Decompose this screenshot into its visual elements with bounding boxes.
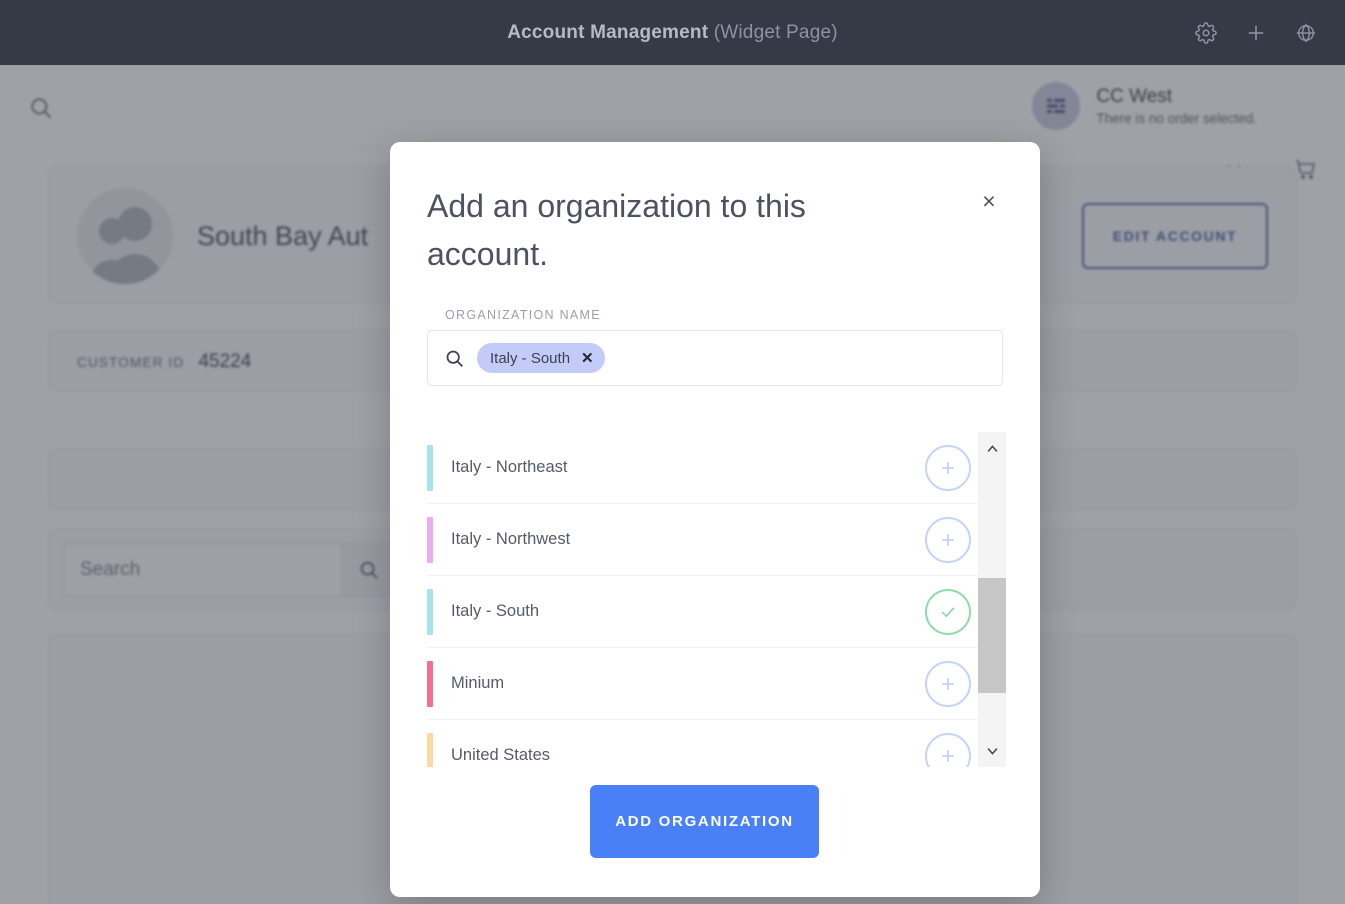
dialog-title: Add an organization to this account. xyxy=(427,188,806,272)
plus-circle-icon[interactable] xyxy=(925,444,971,491)
plus-circle-icon[interactable] xyxy=(925,660,971,707)
gear-icon[interactable] xyxy=(1195,21,1217,44)
token-remove-icon[interactable]: ✕ xyxy=(581,351,594,366)
plus-icon[interactable] xyxy=(1245,22,1267,44)
close-icon[interactable]: × xyxy=(976,188,1002,214)
globe-icon[interactable] xyxy=(1295,22,1317,44)
organization-color-bar xyxy=(427,732,433,767)
organization-name: Minium xyxy=(451,674,505,692)
organization-name: Italy - South xyxy=(451,602,540,620)
organization-color-bar xyxy=(427,516,433,563)
search-icon xyxy=(444,348,465,369)
scrollbar-thumb[interactable] xyxy=(978,578,1006,693)
check-circle-icon[interactable] xyxy=(925,588,971,635)
organization-name: Italy - Northwest xyxy=(451,530,571,548)
organization-row[interactable]: United States xyxy=(427,720,1003,767)
add-organization-button[interactable]: ADD ORGANIZATION xyxy=(590,785,819,858)
organization-row[interactable]: Minium xyxy=(427,648,1003,720)
organization-row[interactable]: Italy - South xyxy=(427,576,1003,648)
organization-color-bar xyxy=(427,588,433,635)
scrollbar-track[interactable] xyxy=(978,466,1006,733)
page-title-sub: (Widget Page) xyxy=(713,21,838,43)
organization-name-input[interactable]: Italy - South ✕ xyxy=(427,330,1003,386)
page-title-main: Account Management xyxy=(507,21,709,43)
organization-color-bar xyxy=(427,444,433,491)
plus-circle-icon[interactable] xyxy=(925,516,971,563)
token-label: Italy - South xyxy=(490,349,571,367)
chevron-up-icon[interactable] xyxy=(978,432,1006,466)
app-root: Account Management (Widget Page) Search … xyxy=(0,0,1345,904)
title-bar: Account Management (Widget Page) xyxy=(0,0,1345,65)
organization-list-scrollbar[interactable] xyxy=(978,432,1006,767)
organization-name-label: ORGANIZATION NAME xyxy=(445,308,601,322)
organization-color-bar xyxy=(427,660,433,707)
organization-name: Italy - Northeast xyxy=(451,458,568,476)
title-bar-actions xyxy=(1195,0,1317,65)
chevron-down-icon[interactable] xyxy=(978,733,1006,767)
organization-name: United States xyxy=(451,746,551,764)
organization-list[interactable]: Italy - Northeast Italy - Northwest Italy … xyxy=(427,432,1003,767)
add-organization-dialog: Add an organization to this account. × O… xyxy=(390,142,1040,897)
organization-row[interactable]: Italy - Northwest xyxy=(427,504,1003,576)
plus-circle-icon[interactable] xyxy=(925,732,971,767)
selected-organization-token: Italy - South ✕ xyxy=(477,343,605,373)
organization-row[interactable]: Italy - Northeast xyxy=(427,432,1003,504)
page-title: Account Management (Widget Page) xyxy=(507,22,838,44)
